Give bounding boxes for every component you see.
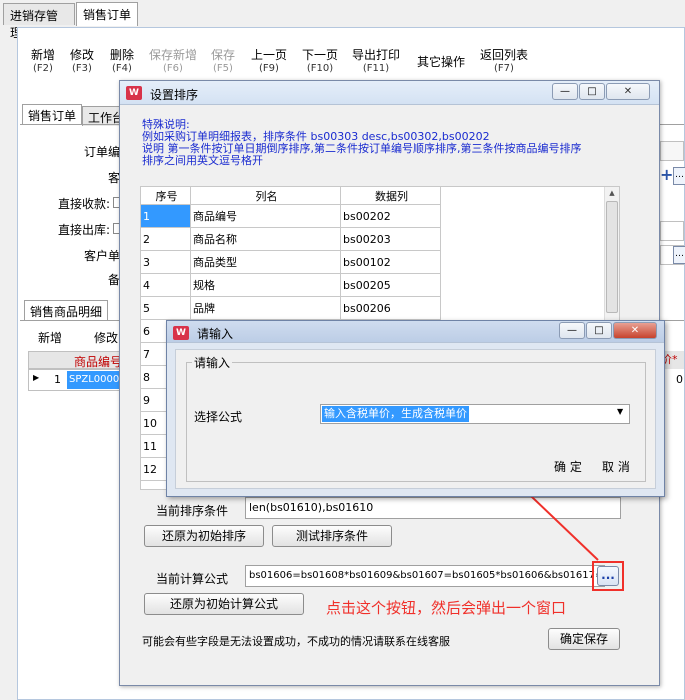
- ok-button[interactable]: 确 定: [554, 458, 582, 475]
- group-label: 请输入: [192, 354, 233, 371]
- close-button[interactable]: ✕: [613, 322, 657, 339]
- input-dialog-body: 请输入 选择公式 输入含税单价，生成含税单价 ▼ 确 定 取 消: [175, 349, 656, 489]
- input-dialog-title: 请输入: [197, 327, 234, 341]
- app-icon: W: [173, 326, 189, 340]
- chevron-down-icon[interactable]: ▼: [617, 407, 623, 416]
- formula-select-value: 输入含税单价，生成含税单价: [322, 406, 469, 422]
- input-dialog-titlebar[interactable]: W 请输入 — □ ✕: [167, 321, 664, 343]
- annotation-text: 点击这个按钮，然后会弹出一个窗口: [326, 599, 567, 617]
- formula-select-label: 选择公式: [194, 410, 243, 424]
- input-dialog: W 请输入 — □ ✕ 请输入 选择公式 输入含税单价，生成含税单价 ▼ 确 定…: [166, 320, 665, 497]
- formula-select[interactable]: 输入含税单价，生成含税单价 ▼: [320, 404, 630, 424]
- maximize-button[interactable]: □: [586, 322, 612, 339]
- cancel-button[interactable]: 取 消: [602, 458, 630, 475]
- minimize-button[interactable]: —: [559, 322, 585, 339]
